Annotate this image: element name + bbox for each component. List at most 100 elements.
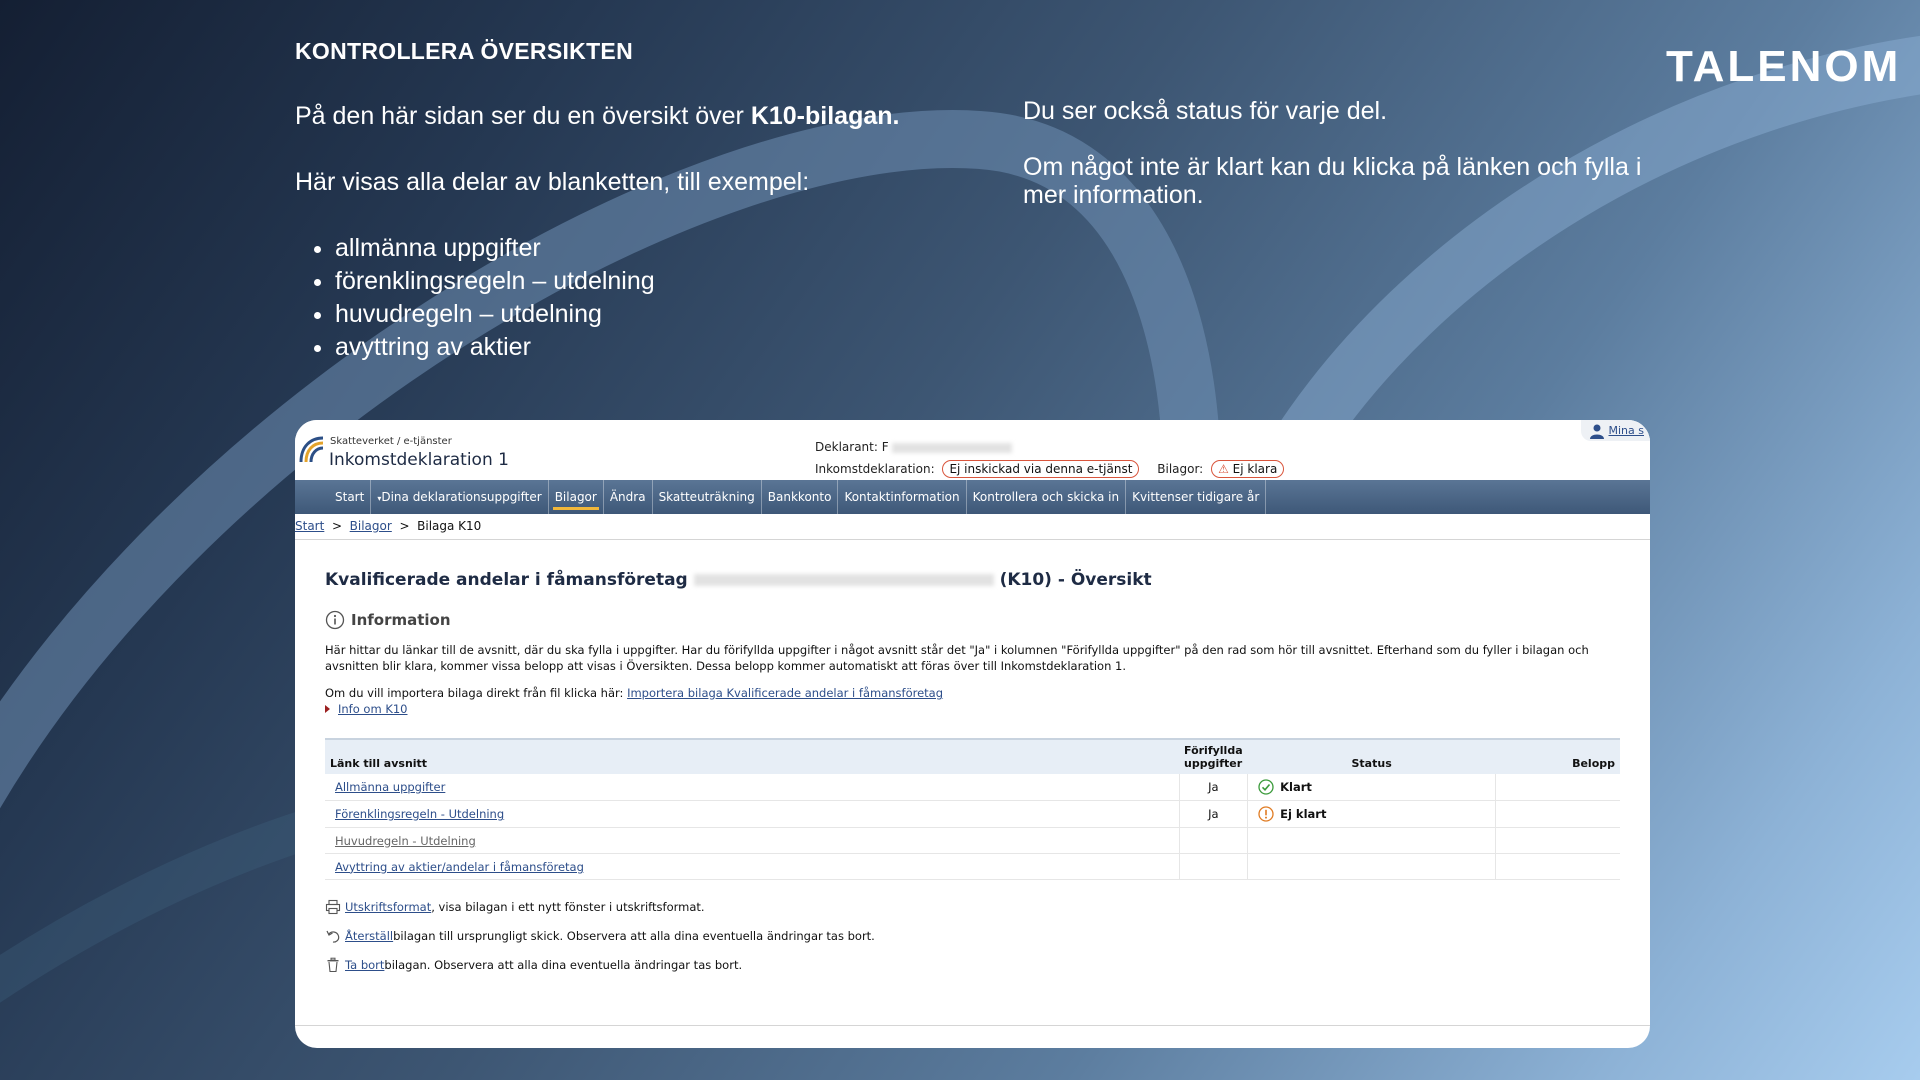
status-cell [1247, 853, 1497, 880]
table-row: Förenklingsregeln - Utdelning Ja Ej klar… [325, 800, 1620, 828]
page-title: Kvalificerade andelar i fåmansföretag (K… [325, 570, 1620, 590]
breadcrumb-current: Bilaga K10 [417, 519, 482, 533]
col-header-prefilled: Förifyllda uppgifter [1179, 738, 1248, 774]
breadcrumb-bilagor[interactable]: Bilagor [350, 519, 392, 533]
declarant-line: Deklarant: F [815, 440, 1013, 454]
amount-cell [1495, 853, 1620, 880]
attachments-status: ⚠ Ej klara [1211, 460, 1285, 478]
amount-cell [1495, 774, 1620, 801]
user-icon [1589, 424, 1604, 439]
prefilled-cell [1179, 827, 1249, 854]
footer-divider [295, 1025, 1650, 1026]
info-k10-toggle[interactable]: Info om K10 [325, 702, 1620, 716]
attachments-status-text: Ej klara [1232, 462, 1278, 476]
breadcrumb-separator: > [395, 519, 418, 533]
nav-bilagor[interactable]: Bilagor [549, 480, 604, 514]
amount-cell [1495, 827, 1620, 854]
action-print: Utskriftsformat, visa bilagan i ett nytt… [325, 892, 1620, 921]
trash-icon [327, 957, 339, 972]
app-header: Skatteverket / e-tjänster Inkomstdeklara… [295, 420, 1650, 480]
caret-right-icon [325, 705, 330, 713]
info-text: Här hittar du länkar till de avsnitt, dä… [325, 643, 1589, 673]
prefilled-cell [1179, 853, 1249, 880]
info-heading: Information [325, 610, 1620, 630]
parts-intro: Här visas alla delar av blanketten, till… [295, 168, 810, 196]
attachments-label: Bilagor: [1157, 462, 1204, 476]
income-decl-label: Inkomstdeklaration: [815, 462, 935, 476]
app-title: Inkomstdeklaration 1 [329, 450, 509, 470]
main-nav: Start ▾Dina deklarationsuppgifter Bilago… [295, 480, 1650, 514]
status-cell [1247, 827, 1497, 854]
parts-list: allmänna uppgifter förenklingsregeln – u… [335, 232, 1015, 364]
undo-icon [326, 930, 340, 943]
section-link[interactable]: Förenklingsregeln - Utdelning [335, 807, 504, 821]
action-reset: Återställ bilagan till ursprungligt skic… [325, 921, 1620, 950]
redacted-area [892, 442, 1013, 453]
nav-start[interactable]: Start [329, 480, 372, 514]
table-row: Avyttring av aktier/andelar i fåmansföre… [325, 853, 1620, 880]
action-text: bilagan till ursprungligt skick. Observe… [393, 928, 875, 943]
actions: Utskriftsformat, visa bilagan i ett nytt… [325, 892, 1620, 979]
breadcrumb-separator: > [328, 519, 350, 533]
user-menu-link[interactable]: Mina s [1580, 420, 1650, 441]
section-link[interactable]: Huvudregeln - Utdelning [335, 834, 476, 848]
section-link[interactable]: Avyttring av aktier/andelar i fåmansföre… [335, 860, 584, 874]
action-delete: Ta bort bilagan. Observera att alla dina… [325, 950, 1620, 979]
prefilled-cell: Ja [1179, 774, 1249, 801]
declarant-value: F [881, 440, 889, 454]
page-title-suffix: (K10) - Översikt [999, 570, 1152, 590]
delete-link[interactable]: Ta bort [345, 958, 384, 972]
nav-kvittenser[interactable]: Kvittenser tidigare år [1126, 480, 1267, 514]
import-line: Om du vill importera bilaga direkt från … [325, 686, 1620, 700]
intro-bold: K10-bilagan. [750, 102, 900, 130]
printer-icon [325, 899, 341, 914]
checkmark-icon [1258, 779, 1274, 795]
nav-bankkonto[interactable]: Bankkonto [762, 480, 839, 514]
link-paragraph: Om något inte är klart kan du klicka på … [1023, 153, 1642, 209]
left-column: På den här sidan ser du en översikt över… [295, 100, 1015, 364]
nav-kontrollera-och-skicka-in[interactable]: Kontrollera och skicka in [967, 480, 1127, 514]
import-link[interactable]: Importera bilaga Kvalificerade andelar i… [627, 686, 943, 700]
exclamation-icon [1258, 806, 1274, 822]
col-header-status: Status [1247, 738, 1496, 774]
redacted-area [693, 574, 994, 586]
action-text: bilagan. Observera att alla dina eventue… [384, 957, 743, 972]
nav-skatteutrakning[interactable]: Skatteuträkning [653, 480, 762, 514]
import-prefix: Om du vill importera bilaga direkt från … [325, 686, 628, 700]
nav-kontaktinformation[interactable]: Kontaktinformation [838, 480, 967, 514]
status-cell: Ej klart [1247, 800, 1497, 828]
warning-icon: ⚠ [1218, 462, 1233, 476]
table-header-row: Länk till avsnitt Förifyllda uppgifter S… [325, 738, 1620, 774]
breadcrumb-start[interactable]: Start [295, 519, 324, 533]
list-item: allmänna uppgifter [335, 232, 1015, 265]
col-header-amount: Belopp [1495, 738, 1620, 774]
intro-paragraph: På den här sidan ser du en översikt över… [295, 100, 1015, 133]
user-menu-label: Mina s [1608, 424, 1645, 437]
breadcrumb: Start > Bilagor > Bilaga K10 [295, 514, 1650, 540]
list-item: förenklingsregeln – utdelning [335, 265, 1015, 298]
intro-text: På den här sidan ser du en översikt över [295, 102, 751, 130]
section-link[interactable]: Allmänna uppgifter [335, 780, 445, 794]
status-cell: Klart [1247, 774, 1497, 801]
list-item: avyttring av aktier [335, 331, 1015, 364]
nav-andra[interactable]: Ändra [604, 480, 653, 514]
action-text: , visa bilagan i ett nytt fönster i utsk… [431, 899, 705, 914]
amount-cell [1495, 800, 1620, 828]
embedded-screenshot: Skatteverket / e-tjänster Inkomstdeklara… [295, 420, 1650, 1048]
print-link[interactable]: Utskriftsformat [345, 900, 431, 914]
status-text: Ej klart [1280, 807, 1327, 821]
income-decl-status: Ej inskickad via denna e-tjänst [942, 460, 1140, 478]
status-text: Klart [1280, 780, 1312, 794]
sections-table: Länk till avsnitt Förifyllda uppgifter S… [325, 738, 1620, 880]
table-row: Allmänna uppgifter Ja Klart [325, 774, 1620, 801]
info-k10-link[interactable]: Info om K10 [338, 702, 408, 716]
page-title-prefix: Kvalificerade andelar i fåmansföretag [325, 570, 688, 590]
skatteverket-emblem-icon [299, 436, 324, 463]
declarant-label: Deklarant: [815, 440, 878, 454]
main-content: Kvalificerade andelar i fåmansföretag (K… [295, 570, 1650, 979]
nav-dina-deklarationsuppgifter[interactable]: ▾Dina deklarationsuppgifter [371, 480, 549, 514]
reset-link[interactable]: Återställ [345, 929, 393, 943]
status-paragraph: Du ser också status för varje del. [1023, 97, 1388, 125]
talenom-logo: TALENOM [1666, 42, 1902, 91]
prefilled-cell: Ja [1179, 800, 1249, 828]
